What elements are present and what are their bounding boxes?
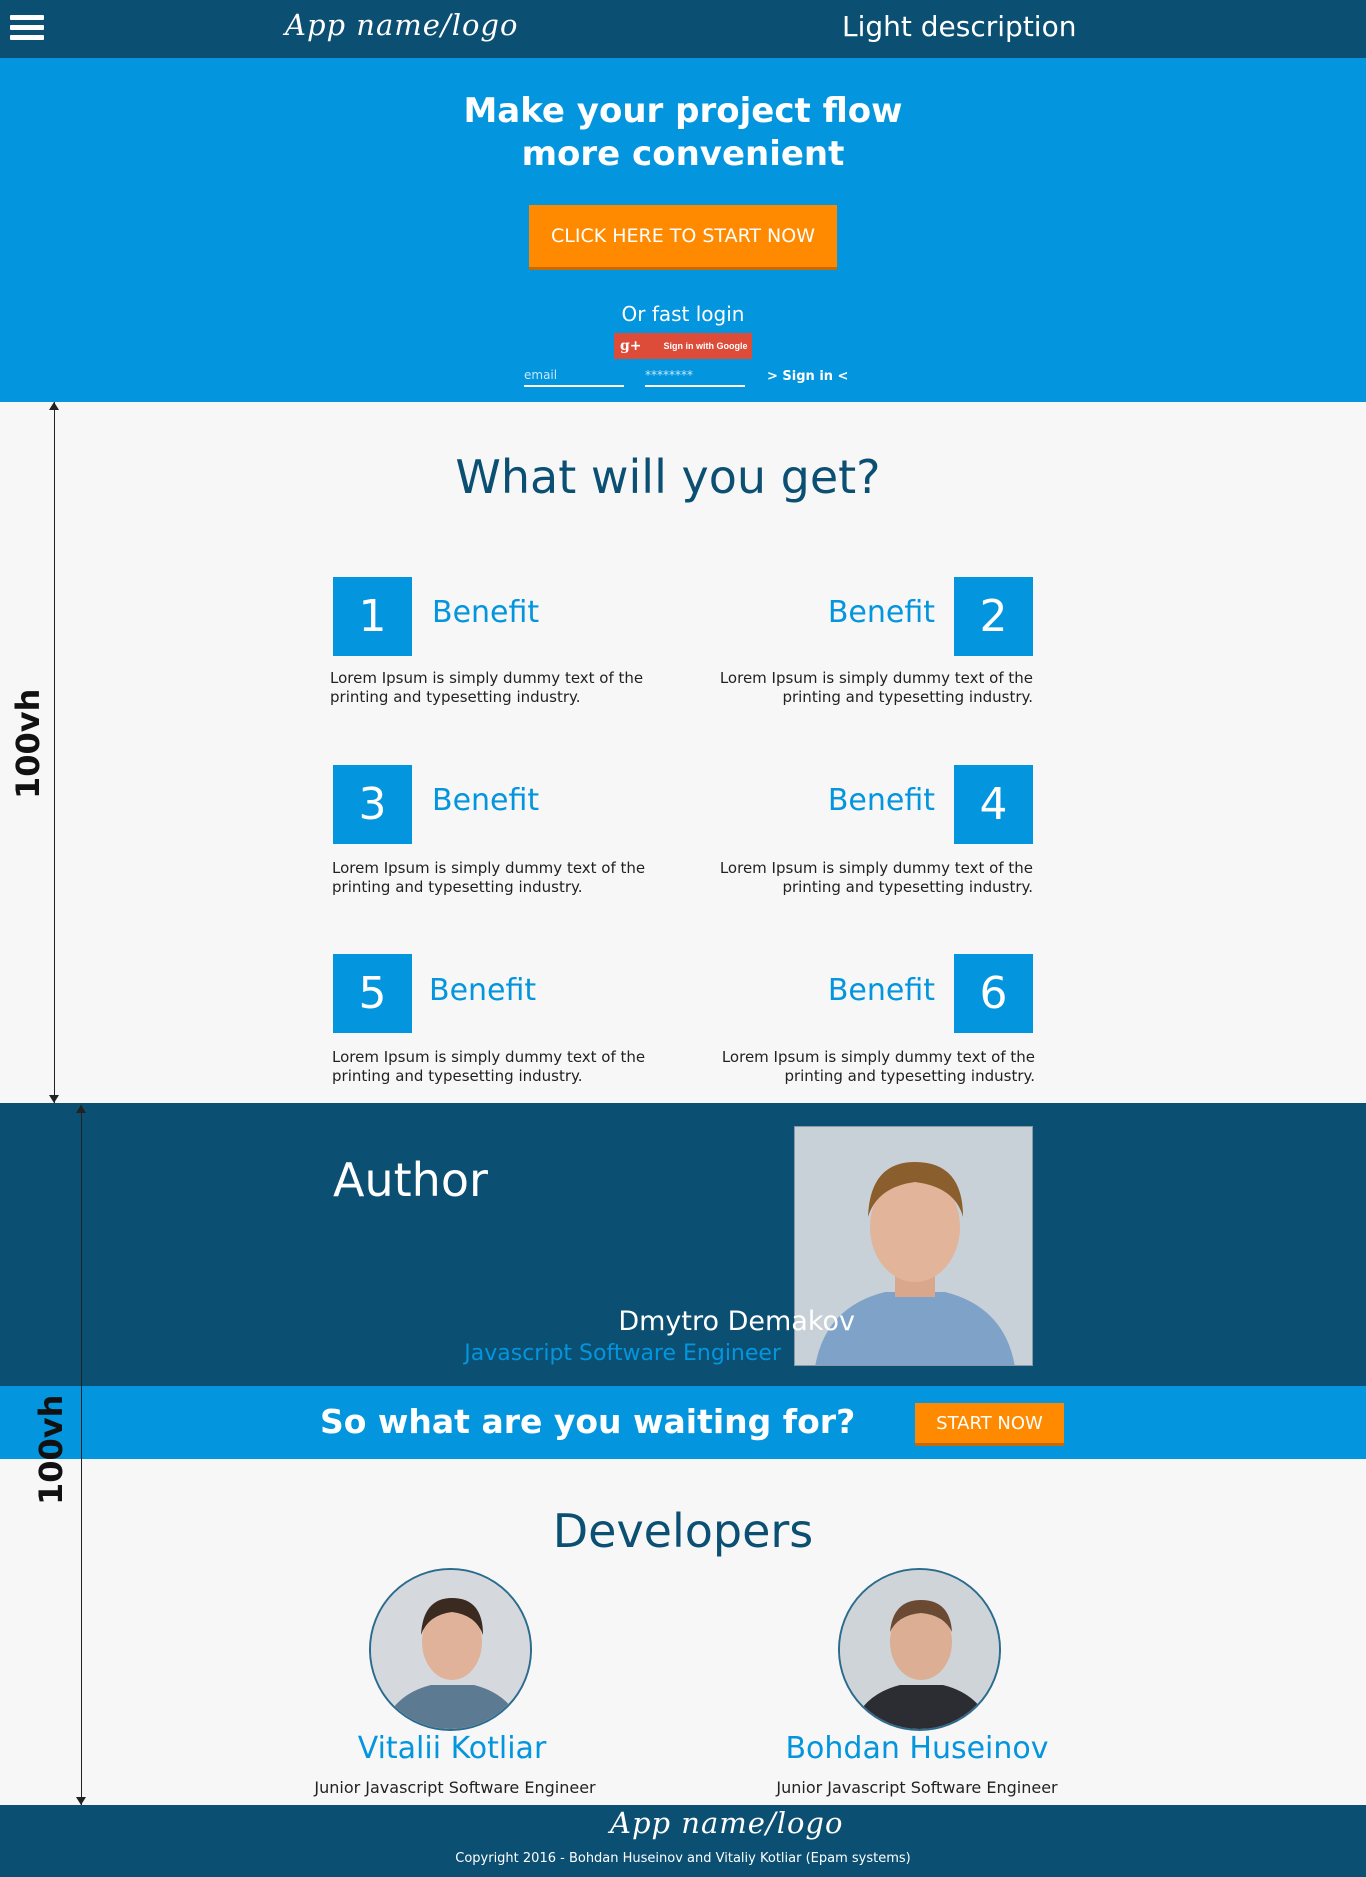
light-description: Light description: [842, 10, 1077, 43]
benefit-number-6: 6: [954, 954, 1033, 1033]
copyright-text: Copyright 2016 - Bohdan Huseinov and Vit…: [455, 1851, 911, 1866]
developers-section: Developers Vitalii Kotliar Junior Javasc…: [0, 1459, 1366, 1805]
google-plus-icon: g+: [620, 338, 642, 354]
benefit-title-1: Benefit: [432, 595, 540, 630]
benefit-number-2: 2: [954, 577, 1033, 656]
developers-title: Developers: [552, 1504, 814, 1558]
signin-link[interactable]: > Sign in <: [767, 369, 848, 384]
benefit-title-6: Benefit: [827, 973, 935, 1008]
hamburger-menu-icon[interactable]: [10, 15, 44, 43]
hero-title-line-1: Make your project flow: [463, 91, 903, 131]
height-annotation-arrow-2: [76, 1105, 86, 1805]
hero-title-line-2: more convenient: [521, 134, 845, 174]
benefits-title: What will you get?: [455, 450, 881, 504]
developer-role-2: Junior Javascript Software Engineer: [776, 1778, 1058, 1797]
developer-name-1: Vitalii Kotliar: [357, 1731, 547, 1766]
benefits-section: What will you get? 1 Benefit Lorem Ipsum…: [0, 402, 1366, 1103]
developer-avatar-1: [369, 1568, 532, 1731]
google-signin-button[interactable]: g+ Sign in with Google: [614, 333, 752, 359]
benefit-number-4: 4: [954, 765, 1033, 844]
benefit-title-2: Benefit: [827, 595, 935, 630]
developer-avatar-2: [838, 1568, 1001, 1731]
password-field[interactable]: [645, 365, 745, 387]
hamburger-bar: [10, 35, 44, 40]
email-field[interactable]: [524, 365, 624, 387]
waiting-text: So what are you waiting for?: [320, 1402, 856, 1441]
benefit-text-3: Lorem Ipsum is simply dummy text of the …: [332, 859, 646, 896]
benefit-number-3: 3: [333, 765, 412, 844]
height-annotation-label-2: 100vh: [32, 1394, 70, 1505]
benefit-title-5: Benefit: [429, 973, 537, 1008]
benefit-text-2: Lorem Ipsum is simply dummy text of the …: [719, 669, 1033, 706]
hero-section: Make your project flow more convenient C…: [0, 58, 1366, 402]
benefit-title-4: Benefit: [827, 783, 935, 818]
benefit-title-3: Benefit: [432, 783, 540, 818]
benefit-text-4: Lorem Ipsum is simply dummy text of the …: [719, 859, 1033, 896]
call-to-action-bar: So what are you waiting for? START NOW: [0, 1386, 1366, 1459]
footer: App name/logo Copyright 2016 - Bohdan Hu…: [0, 1805, 1366, 1877]
start-now-cta-button[interactable]: CLICK HERE TO START NOW: [529, 205, 837, 267]
google-signin-label: Sign in with Google: [663, 341, 748, 351]
fast-login-label: Or fast login: [621, 302, 745, 326]
benefit-text-6: Lorem Ipsum is simply dummy text of the …: [721, 1048, 1035, 1085]
benefit-number-1: 1: [333, 577, 412, 656]
top-navbar: App name/logo Light description: [0, 0, 1366, 58]
author-role: Javascript Software Engineer: [464, 1341, 781, 1366]
person-portrait-icon: [840, 1570, 999, 1729]
benefit-text-1: Lorem Ipsum is simply dummy text of the …: [330, 669, 644, 706]
hamburger-bar: [10, 25, 44, 30]
developer-role-1: Junior Javascript Software Engineer: [314, 1778, 596, 1797]
benefit-number-5: 5: [333, 954, 412, 1033]
person-portrait-icon: [371, 1570, 530, 1729]
author-title: Author: [333, 1153, 488, 1207]
benefit-text-5: Lorem Ipsum is simply dummy text of the …: [332, 1048, 646, 1085]
developer-name-2: Bohdan Huseinov: [785, 1731, 1049, 1766]
hamburger-bar: [10, 15, 44, 20]
app-logo[interactable]: App name/logo: [285, 8, 518, 42]
start-now-button[interactable]: START NOW: [915, 1403, 1064, 1443]
height-annotation-arrow-1: [49, 402, 59, 1103]
hero-title: Make your project flow more convenient: [383, 90, 983, 176]
author-name: Dmytro Demakov: [618, 1306, 855, 1337]
footer-logo[interactable]: App name/logo: [610, 1806, 843, 1840]
height-annotation-label-1: 100vh: [9, 688, 47, 799]
author-section: Author Dmytro Demakov Javascript Softwar…: [0, 1103, 1366, 1386]
